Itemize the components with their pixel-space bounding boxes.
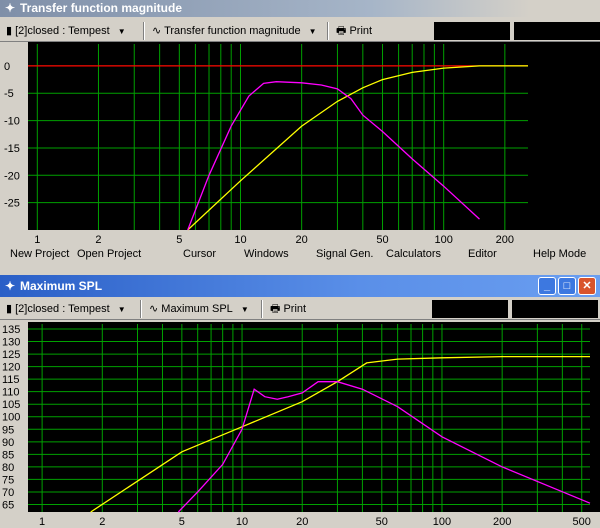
bottom-chart[interactable]: 135 130 125 120 115 110 105 100 95 90 85 80 75 70 65 1 2… [0,322,600,528]
x-tick-label: 1 [34,234,40,245]
menu-open-project[interactable]: Open Project [77,248,141,260]
y-tick-label: 110 [2,387,20,399]
waveform-icon: ∿ [149,303,159,315]
y-tick-label: -25 [4,198,20,210]
bottom-print-button[interactable]: 🖶 Print [270,301,306,317]
x-tick-label: 2 [99,516,105,528]
x-tick-label: 2 [95,234,101,245]
x-tick-label: 1 [39,516,45,528]
y-tick-label: 125 [2,349,20,361]
y-tick-label: -15 [4,143,20,155]
y-tick-label: -5 [4,88,14,100]
x-tick-label: 10 [236,516,248,528]
x-tick-label: 20 [296,516,308,528]
y-tick-label: 100 [2,412,20,424]
grid [28,44,528,230]
menu-new-project[interactable]: New Project [10,248,69,260]
toolbar-separator [143,22,145,40]
menu-windows[interactable]: Windows [244,248,289,260]
top-graph-label: Transfer function magnitude [164,25,301,37]
menu-calculators[interactable]: Calculators [386,248,441,260]
top-window-title: Transfer function magnitude [20,1,183,15]
project-icon: ▮ [6,25,13,37]
y-tick-label: 105 [2,399,20,411]
y-tick-label: 130 [2,337,20,349]
bottom-project-label: [2]closed : Tempest [15,303,110,315]
menu-signal-gen[interactable]: Signal Gen. [316,248,373,260]
menu-help-mode[interactable]: Help Mode [533,248,586,260]
top-chart[interactable]: 0 -5 -10 -15 -20 -25 1 2 5 10 20 50 100 200 [0,42,600,245]
y-tick-label: 80 [2,462,14,474]
top-readout-box-2 [514,22,600,40]
x-tick-label: 10 [234,234,246,245]
y-tick-label: 95 [2,424,14,436]
bottom-graph-dropdown[interactable]: ∿ Maximum SPL ▼ [149,301,249,317]
x-tick-label: 20 [296,234,308,245]
printer-icon: 🖶 [336,25,347,37]
minimize-icon: _ [543,280,551,292]
printer-icon: 🖶 [270,303,281,315]
bottom-window-title: Maximum SPL [20,279,103,293]
bottom-readout-box-1 [432,300,508,318]
waveform-icon: ∿ [152,25,162,37]
x-tick-label: 100 [433,516,451,528]
bottom-window-titlebar[interactable]: ✦ Maximum SPL _ □ ✕ [0,275,600,297]
chevron-down-icon: ▼ [117,305,126,314]
top-project-dropdown[interactable]: ▮ [2]closed : Tempest ▼ [6,23,126,39]
main-menu-bar: New Project Open Project Cursor Windows … [0,245,600,265]
series-line-1 [177,381,591,513]
maximize-icon: □ [563,280,571,292]
maximize-button[interactable]: □ [558,277,576,295]
bottom-project-dropdown[interactable]: ▮ [2]closed : Tempest ▼ [6,301,126,317]
y-tick-label: -10 [4,116,20,128]
x-tick-label: 200 [496,234,514,245]
x-tick-label: 200 [493,516,511,528]
y-tick-label: 70 [2,487,14,499]
bottom-readout-box-2 [512,300,598,318]
chevron-down-icon: ▼ [308,27,317,36]
toolbar-separator [261,300,263,318]
x-tick-label: 50 [376,516,388,528]
top-print-button[interactable]: 🖶 Print [336,23,372,39]
toolbar-separator [140,300,142,318]
bottom-graph-label: Maximum SPL [161,303,233,315]
top-readout-box-1 [434,22,510,40]
minimize-button[interactable]: _ [538,277,556,295]
toolbar-separator [327,22,329,40]
bottom-toolbar: ▮ [2]closed : Tempest ▼ ∿ Maximum SPL ▼ 🖶 … [0,298,600,320]
chevron-down-icon: ▼ [240,305,249,314]
grid [28,324,590,512]
x-tick-label: 5 [176,234,182,245]
menu-editor[interactable]: Editor [468,248,497,260]
x-tick-label: 500 [573,516,591,528]
y-tick-label: 75 [2,474,14,486]
y-tick-label: 85 [2,449,14,461]
close-button[interactable]: ✕ [578,277,596,295]
project-icon: ▮ [6,303,13,315]
top-print-label: Print [349,25,373,37]
y-tick-label: 0 [4,61,10,73]
bottom-print-label: Print [283,303,307,315]
y-tick-label: 115 [2,374,20,386]
y-tick-label: 135 [2,324,20,336]
y-tick-label: 90 [2,437,14,449]
top-project-label: [2]closed : Tempest [15,25,110,37]
y-tick-label: 120 [2,362,20,374]
top-toolbar: ▮ [2]closed : Tempest ▼ ∿ Transfer functi… [0,20,600,42]
chevron-down-icon: ▼ [117,27,126,36]
close-icon: ✕ [582,280,592,292]
window-pin-icon: ✦ [5,279,16,293]
x-tick-label: 5 [179,516,185,528]
x-tick-label: 100 [435,234,453,245]
y-tick-label: 65 [2,499,14,511]
top-graph-dropdown[interactable]: ∿ Transfer function magnitude ▼ [152,23,317,39]
window-pin-icon: ✦ [5,1,16,15]
menu-cursor[interactable]: Cursor [183,248,216,260]
x-tick-label: 50 [376,234,388,245]
series-line-0 [90,355,590,513]
window-controls: _ □ ✕ [538,277,596,295]
y-tick-label: -20 [4,170,20,182]
top-window-titlebar[interactable]: ✦ Transfer function magnitude [0,0,530,17]
